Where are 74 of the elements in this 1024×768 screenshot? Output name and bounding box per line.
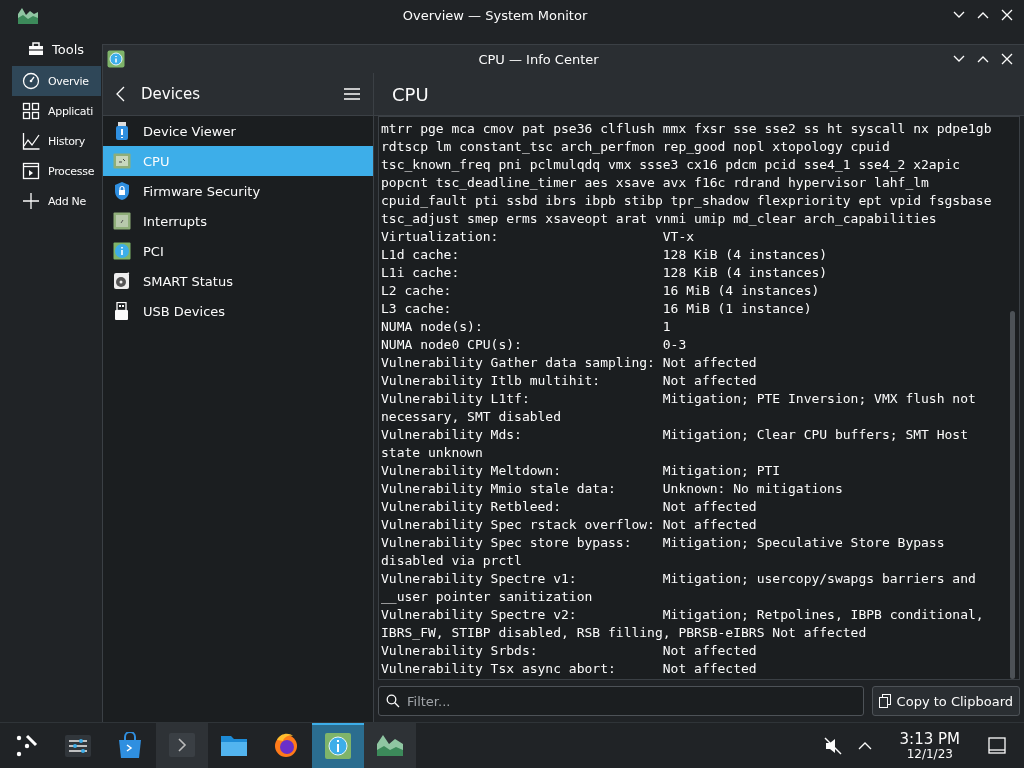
chip-icon [113,152,131,170]
text-line: L2 cache: 16 MiB (4 instances) [381,282,821,300]
clock-time[interactable]: 3:13 PM [899,730,960,748]
browser-icon [273,731,299,760]
text-line: Vulnerability Mmio stale data: Unknown: No mitigations [381,480,844,498]
sidebar-item[interactable]: Device Viewer [103,116,373,146]
terminal-icon [22,162,40,180]
sidebar-item[interactable]: Overvie [12,66,101,96]
muted-speaker-icon[interactable] [823,736,842,755]
chip-icon [113,212,131,230]
text-line: Vulnerability Meltdown: Mitigation; PTI [381,462,782,480]
sidebar-item[interactable]: Processe [12,156,101,186]
window-title: Overview — System Monitor [401,7,589,23]
filter-field[interactable]: Filter... [378,686,864,716]
shopping-bag-icon [117,731,143,760]
text-line: NUMA node0 CPU(s): 0-3 [381,336,688,354]
caret-up-icon[interactable] [857,740,872,751]
text-line: Vulnerability Tsx async abort: Not affected [381,660,758,678]
text-line: Vulnerability Retbleed: Not affected [381,498,758,516]
text-line: tsc_adjust smep erms xsaveopt arat vnmi umip md_clear arch_capabilities [381,210,938,228]
scrollbar[interactable] [1010,311,1015,679]
text-line: Vulnerability Spec store bypass: Mitigation; Speculative Store Bypass disabled via prctl [381,534,946,570]
usb-stick-icon [113,122,131,140]
sidebar-item[interactable]: USB Devices [103,296,373,326]
taskbar-button[interactable] [364,723,416,768]
back-button[interactable]: Devices [115,85,201,103]
terminal-icon [169,731,195,760]
text-line: tsc_known_freq pni pclmulqdq vmx ssse3 cx16 pdcm pcid sse4_1 sse4_2 x2apic [381,156,962,174]
text-line: Virtualization: VT-x [381,228,696,246]
clock-date[interactable]: 12/1/23 [906,747,953,761]
info-icon [325,732,351,761]
shield-icon [113,182,131,200]
sidebar-item[interactable]: Interrupts [103,206,373,236]
sidebar-item[interactable]: Firmware Security [103,176,373,206]
text-line: mtrr pge mca cmov pat pse36 clflush mmx fxsr sse sse2 ss ht syscall nx pdpe1gb [381,120,993,138]
text-line: L1i cache: 128 KiB (4 instances) [381,264,829,282]
text-line: NUMA node(s): 1 [381,318,672,336]
text-line: popcnt tsc_deadline_timer aes xsave avx f16c rdrand hypervisor lahf_lm [381,174,930,192]
menu-icon[interactable] [343,86,361,102]
text-line: L3 cache: 16 MiB (1 instance) [381,300,813,318]
usb-plug-icon [113,302,131,320]
text-line: Vulnerability Gather data sampling: Not affected [381,354,758,372]
sidebar-item[interactable]: Add Ne [12,186,101,216]
copy-button[interactable]: Copy to Clipboard [871,686,1020,716]
text-line: Vulnerability Srbds: Not affected [381,642,758,660]
copy-icon [878,694,891,708]
text-line: Vulnerability Itlb multihit: Not affected [381,372,758,390]
info-app-icon [107,50,125,68]
gauge-icon [22,72,40,90]
show-desktop-icon[interactable] [988,736,1006,755]
text-line: Vulnerability Spec rstack overflow: Not affected [381,516,758,534]
tools-menu-button[interactable]: Tools [12,34,101,64]
text-line: Vulnerability Spectre v1: Mitigation; usercopy/swapgs barriers and __user pointer sanitization [381,570,977,606]
info-icon [113,242,131,260]
search-icon [386,694,400,708]
text-line: Vulnerability L1tf: Mitigation; PTE Inversion; VMX flush not necessary, SMT disabled [381,390,977,426]
sidebar-item[interactable]: SMART Status [103,266,373,296]
plus-icon [22,192,40,210]
close-icon[interactable] [1000,8,1014,22]
text-line: Vulnerability Spectre v2: Mitigation; Retpolines, IBPB conditional, IBRS_FW, STIBP disabled, RSB filling, PBRSB-eIBRS Not affected [381,606,985,642]
text-line: Vulnerability Mds: Mitigation; Clear CPU buffers; SMT Host state unknown [381,426,969,462]
window-title: CPU — Info Center [477,51,600,67]
mountain-chart-icon [18,6,38,24]
grid-icon [22,102,40,120]
toolbox-icon [28,42,44,56]
text-line: cpuid_fault pti ssbd ibrs ibpb stibp tpr_shadow flexpriority ept vpid fsgsbase [381,192,993,210]
text-line: rdtscp lm constant_tsc arch_perfmon rep_good nopl xtopology cpuid [381,138,891,156]
text-line: L1d cache: 128 KiB (4 instances) [381,246,829,264]
sidebar-item[interactable]: Applicati [12,96,101,126]
sidebar-item[interactable]: PCI [103,236,373,266]
sidebar-item[interactable]: History [12,126,101,156]
close-icon[interactable] [1000,52,1014,66]
line-chart-icon [22,132,40,150]
page-title: CPU [391,83,429,105]
